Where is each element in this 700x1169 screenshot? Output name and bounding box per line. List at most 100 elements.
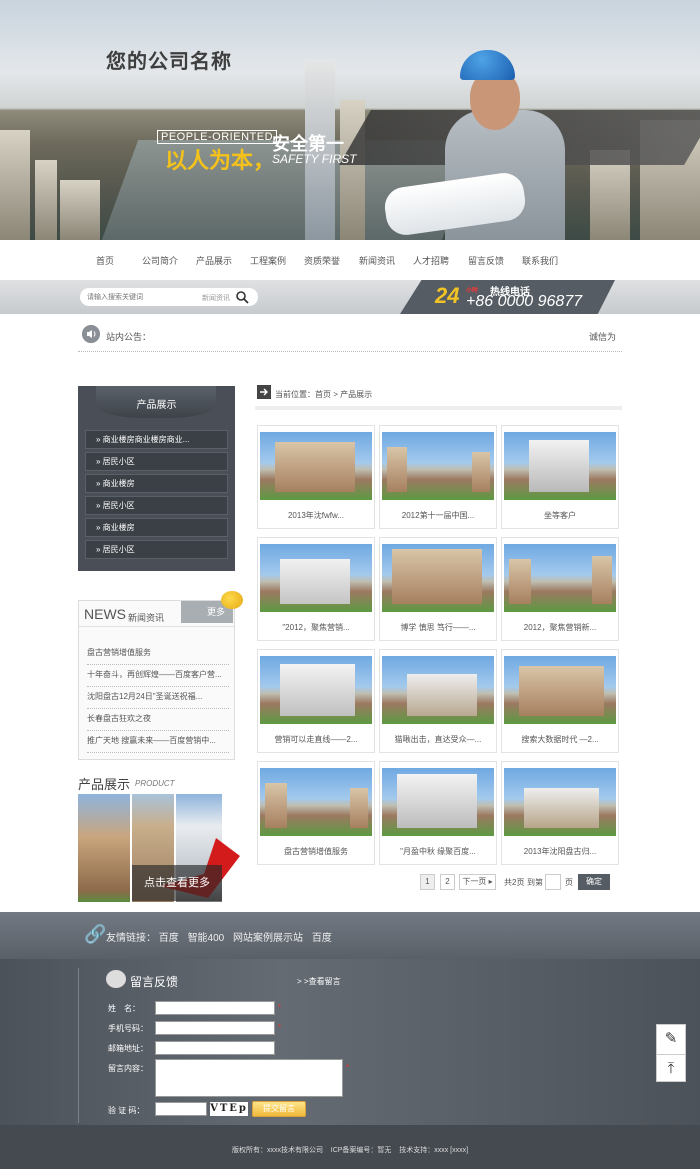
hotline-number: +86 0000 96877	[466, 293, 583, 310]
product-card[interactable]: 盘古营销增值服务	[257, 761, 375, 865]
page-number-input[interactable]	[545, 874, 561, 890]
content-field[interactable]	[155, 1059, 343, 1097]
gallery-image[interactable]	[78, 794, 130, 902]
product-image[interactable]	[382, 544, 494, 612]
nav-contact[interactable]: 联系我们	[522, 254, 558, 267]
news-item[interactable]: 长春盘古狂欢之夜	[87, 709, 229, 731]
nav-home[interactable]: 首页	[96, 254, 114, 267]
product-image[interactable]	[260, 656, 372, 724]
arrow-right-icon	[257, 385, 271, 399]
product-caption[interactable]: 2012，聚焦营销新...	[502, 622, 618, 633]
go-button[interactable]: 确定	[578, 874, 610, 890]
product-image[interactable]	[260, 544, 372, 612]
side-product-item[interactable]: » 商业楼房	[85, 518, 228, 537]
link-item[interactable]: 百度	[312, 933, 332, 944]
page-1-button[interactable]: 1	[420, 874, 435, 890]
product-card[interactable]: 猫啾出击，直达受众—...	[379, 649, 497, 753]
product-image[interactable]	[504, 544, 616, 612]
product-caption[interactable]: 盘古营销增值服务	[258, 846, 374, 857]
news-item[interactable]: 盘古营销增值服务	[87, 643, 229, 665]
phone-field[interactable]	[155, 1021, 275, 1035]
company-name: 您的公司名称	[106, 51, 232, 73]
name-field[interactable]	[155, 1001, 275, 1015]
product-card[interactable]: "2012，聚焦营销...	[257, 537, 375, 641]
product-card[interactable]: 2012，聚焦营销新...	[501, 537, 619, 641]
side-product-item[interactable]: » 居民小区	[85, 452, 228, 471]
nav-honors[interactable]: 资质荣誉	[304, 254, 340, 267]
side-product-item[interactable]: » 商业楼房商业楼房商业...	[85, 430, 228, 449]
chat-bubble-icon	[106, 970, 126, 988]
product-card[interactable]: "月盈中秋 缘聚百度...	[379, 761, 497, 865]
search-category[interactable]: 新闻资讯	[202, 293, 230, 303]
bullet-icon: »	[96, 435, 103, 444]
slogan-cn-1: 以人为本，	[165, 148, 276, 173]
captcha-image[interactable]: VTEp	[210, 1102, 248, 1116]
notice-label: 站内公告：	[106, 332, 152, 342]
next-page-button[interactable]: 下一页 ▸	[459, 874, 496, 890]
nav-jobs[interactable]: 人才招聘	[413, 254, 449, 267]
back-to-top-icon[interactable]: ⤒	[657, 1054, 685, 1082]
product-caption[interactable]: 2013年沈阳盘古归...	[502, 846, 618, 857]
page-2-button[interactable]: 2	[440, 874, 455, 890]
search-icon[interactable]	[235, 290, 249, 304]
content-label: 留言内容：	[108, 1064, 148, 1073]
product-caption[interactable]: "2012，聚焦营销...	[258, 622, 374, 633]
building-image	[340, 100, 365, 240]
main-nav: 首页 公司简介 产品展示 工程案例 资质荣誉 新闻资讯 人才招聘 留言反馈 联系…	[0, 240, 700, 280]
slogan-sub: SAFETY FIRST	[272, 152, 357, 166]
product-caption[interactable]: 坐等客户	[502, 510, 618, 521]
product-caption[interactable]: "月盈中秋 缘聚百度...	[380, 846, 496, 857]
product-card[interactable]: 2013年沈fwfw...	[257, 425, 375, 529]
product-image[interactable]	[504, 656, 616, 724]
code-label: 验 证 码：	[108, 1106, 145, 1115]
product-caption[interactable]: 2013年沈fwfw...	[258, 510, 374, 521]
side-product-menu: 产品展示 » 商业楼房商业楼房商业... » 居民小区 » 商业楼房 » 居民小…	[78, 386, 235, 571]
nav-about[interactable]: 公司简介	[142, 254, 178, 267]
link-item[interactable]: 智能400	[188, 933, 225, 944]
view-more-button[interactable]: 点击查看更多	[132, 865, 222, 901]
side-product-item[interactable]: » 居民小区	[85, 540, 228, 559]
product-image[interactable]	[260, 432, 372, 500]
nav-feedback[interactable]: 留言反馈	[468, 254, 504, 267]
product-caption[interactable]: 博学 慎思 笃行——...	[380, 622, 496, 633]
search-input[interactable]	[87, 291, 197, 303]
side-product-title: 产品展示	[136, 400, 177, 411]
product-image[interactable]	[504, 768, 616, 836]
link-item[interactable]: 百度	[159, 933, 179, 944]
edit-icon[interactable]: ✎	[657, 1025, 685, 1053]
product-image[interactable]	[382, 656, 494, 724]
required-mark: *	[278, 1023, 282, 1032]
product-image[interactable]	[260, 768, 372, 836]
product-card[interactable]: 2012第十一届中国...	[379, 425, 497, 529]
product-image[interactable]	[504, 432, 616, 500]
product-caption[interactable]: 搜索大数据时代 —2...	[502, 734, 618, 745]
submit-button[interactable]: 提交留言	[252, 1101, 306, 1117]
product-caption[interactable]: 猫啾出击，直达受众—...	[380, 734, 496, 745]
notice-text[interactable]: 诚信为	[589, 330, 616, 343]
product-card[interactable]: 2013年沈阳盘古归...	[501, 761, 619, 865]
email-field[interactable]	[155, 1041, 275, 1055]
news-item[interactable]: 沈阳盘古12月24日"圣诞送祝福...	[87, 687, 229, 709]
link-item[interactable]: 网站案例展示站	[233, 933, 303, 944]
product-image[interactable]	[382, 768, 494, 836]
nav-news[interactable]: 新闻资讯	[359, 254, 395, 267]
nav-products[interactable]: 产品展示	[196, 254, 232, 267]
side-product-item[interactable]: » 居民小区	[85, 496, 228, 515]
friend-links: 🔗 友情链接： 百度 智能400 网站案例展示站 百度	[0, 912, 700, 959]
product-card[interactable]: 博学 慎思 笃行——...	[379, 537, 497, 641]
product-image[interactable]	[382, 432, 494, 500]
side-gallery-title: 产品展示	[78, 777, 131, 792]
product-card[interactable]: 坐等客户	[501, 425, 619, 529]
search-box: 新闻资讯	[80, 288, 258, 306]
news-item[interactable]: 推广天地 搜赢未来——百度营销中...	[87, 731, 229, 753]
product-card[interactable]: 营销可以走直线——2...	[257, 649, 375, 753]
news-item[interactable]: 十年奋斗，再创辉煌——百度客户营...	[87, 665, 229, 687]
side-gallery-subtitle: PRODUCT	[135, 779, 175, 788]
product-caption[interactable]: 2012第十一届中国...	[380, 510, 496, 521]
view-messages-link[interactable]: > >查看留言	[297, 976, 341, 987]
side-product-item[interactable]: » 商业楼房	[85, 474, 228, 493]
product-card[interactable]: 搜索大数据时代 —2...	[501, 649, 619, 753]
product-caption[interactable]: 营销可以走直线——2...	[258, 734, 374, 745]
nav-cases[interactable]: 工程案例	[250, 254, 286, 267]
captcha-field[interactable]	[155, 1102, 207, 1116]
